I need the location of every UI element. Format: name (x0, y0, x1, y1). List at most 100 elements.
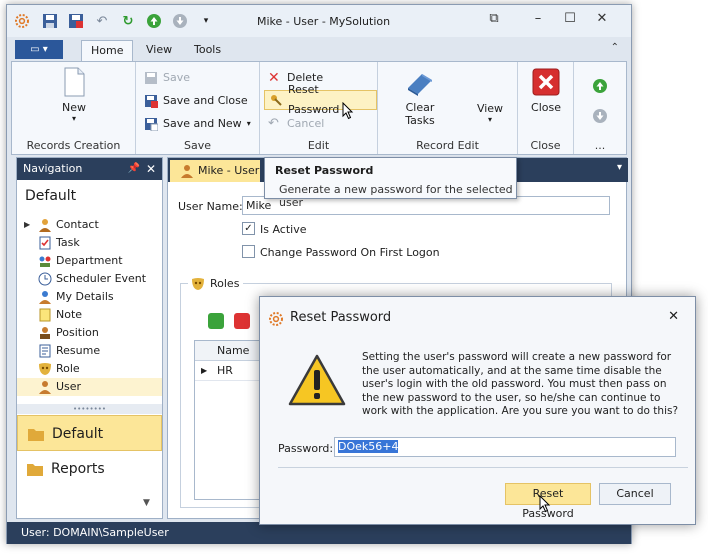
mouse-cursor-icon (342, 102, 354, 120)
document-tab-label: Mike - User (198, 164, 260, 177)
nav-item-contact[interactable]: ▶ Contact (17, 216, 162, 234)
save-new-icon (144, 117, 159, 132)
password-label: Password: (278, 442, 334, 455)
tab-view[interactable]: View (137, 40, 181, 61)
navigation-header: Navigation 📌 ✕ (17, 158, 162, 180)
nav-item-role[interactable]: Role (17, 360, 162, 378)
ribbon-display-icon[interactable]: ⧉ (483, 11, 505, 29)
nav-overflow-icon[interactable]: ▼ (143, 498, 150, 508)
save-and-new-label: Save and New (163, 117, 242, 130)
close-panel-icon[interactable]: ✕ (146, 158, 156, 180)
reset-password-icon (269, 93, 283, 107)
nav-item-my-details[interactable]: My Details (17, 288, 162, 306)
save-and-close-button[interactable]: Save and Close (140, 91, 252, 111)
nav-item-position[interactable]: Position (17, 324, 162, 342)
group-label: Close (530, 139, 561, 152)
nav-item-resume[interactable]: Resume (17, 342, 162, 360)
change-password-checkbox[interactable] (242, 245, 255, 258)
title-bar: ↶ ↻ ▾ Mike - User - MySolution ⧉ – ☐ ✕ (7, 5, 631, 37)
reset-password-dialog: Reset Password ✕ Setting the user's pass… (259, 296, 696, 525)
view-dropdown-icon: ▾ (487, 115, 492, 124)
table-cell: HR (217, 364, 233, 377)
document-tab[interactable]: Mike - User (170, 160, 260, 182)
nav-item-task[interactable]: Task (17, 234, 162, 252)
group-edit: ✕ Delete Reset Password ↶ Cancel Edit (260, 62, 378, 154)
save-close-icon[interactable] (67, 12, 85, 30)
role-mask-icon (192, 278, 204, 290)
group-label: Record Edit (416, 139, 479, 152)
delete-icon: ✕ (268, 70, 280, 86)
reset-password-button[interactable]: Reset Password (264, 83, 377, 116)
view-button[interactable]: View ▾ (470, 102, 510, 124)
user-icon (38, 380, 52, 394)
save-and-close-label: Save and Close (163, 94, 248, 107)
group-label: Edit (307, 139, 330, 152)
save-button[interactable]: Save (140, 68, 194, 88)
group-label: ... (594, 139, 606, 152)
collapse-ribbon-icon[interactable]: ⌃ (611, 42, 619, 53)
refresh-icon[interactable]: ↻ (119, 12, 137, 30)
previous-record-icon[interactable] (592, 78, 608, 97)
dialog-cancel-button[interactable]: Cancel (599, 483, 671, 505)
dialog-close-button[interactable]: ✕ (668, 309, 679, 324)
close-button[interactable]: Close (526, 66, 566, 114)
task-icon (38, 236, 52, 250)
app-gear-icon (13, 12, 31, 30)
contact-icon (38, 218, 52, 232)
navigation-title: Navigation (23, 162, 83, 175)
nav-item-label: Position (56, 326, 99, 339)
nav-item-user[interactable]: User (17, 378, 162, 396)
next-icon[interactable] (171, 12, 189, 30)
cancel-button[interactable]: ↶ Cancel (264, 114, 328, 134)
undo-icon[interactable]: ↶ (93, 12, 111, 30)
row-indicator-icon: ▶ (201, 366, 208, 375)
new-dropdown-icon: ▾ (71, 114, 76, 123)
nav-group-label: Reports (51, 461, 105, 477)
close-window-button[interactable]: ✕ (591, 11, 613, 29)
department-icon (38, 254, 52, 268)
scheduler-icon (38, 272, 52, 286)
nav-item-department[interactable]: Department (17, 252, 162, 270)
save-new-dropdown-icon: ▾ (246, 119, 251, 128)
tab-tools[interactable]: Tools (185, 40, 230, 61)
tab-home[interactable]: Home (81, 40, 134, 61)
save-and-new-button[interactable]: Save and New ▾ (140, 114, 255, 134)
is-active-checkbox[interactable]: ✓ (242, 222, 255, 235)
eraser-icon (404, 66, 436, 98)
clear-tasks-button[interactable]: Clear Tasks (398, 66, 442, 127)
nav-item-note[interactable]: Note (17, 306, 162, 324)
expand-arrow-icon[interactable]: ▶ (24, 216, 30, 234)
view-label: View (476, 102, 504, 115)
customize-qat-icon[interactable]: ▾ (197, 12, 215, 30)
next-record-icon[interactable] (592, 108, 608, 127)
nav-group-reports[interactable]: Reports (17, 451, 162, 487)
cancel-icon: ↶ (268, 116, 279, 131)
folder-icon (27, 464, 43, 476)
ribbon-tabs: ▭ ▾ Home View Tools ⌃ (7, 37, 631, 61)
tab-list-dropdown-icon[interactable]: ▾ (617, 162, 622, 173)
unlink-remove-icon[interactable] (234, 313, 250, 329)
new-label: New (62, 101, 86, 114)
maximize-button[interactable]: ☐ (559, 11, 581, 29)
password-input[interactable]: DOek56+4 (334, 437, 676, 457)
link-add-icon[interactable] (208, 313, 224, 329)
minimize-button[interactable]: – (527, 11, 549, 29)
role-icon (38, 362, 52, 376)
dialog-separator (278, 467, 688, 468)
application-menu-button[interactable]: ▭ ▾ (15, 40, 63, 59)
previous-icon[interactable] (145, 12, 163, 30)
nav-item-label: Scheduler Event (56, 272, 147, 285)
reset-password-tooltip: Reset Password Generate a new password f… (264, 157, 517, 209)
nav-item-label: Department (56, 254, 123, 267)
dialog-message: Setting the user's password will create … (362, 351, 679, 418)
nav-item-scheduler-event[interactable]: Scheduler Event (17, 270, 162, 288)
nav-group-default[interactable]: Default (17, 415, 162, 451)
nav-splitter[interactable]: •••••••• (17, 404, 162, 414)
pin-icon[interactable]: 📌 (128, 158, 140, 180)
nav-item-list: ▶ Contact Task Department Scheduler Event My … (17, 216, 162, 396)
save-icon[interactable] (41, 12, 59, 30)
mouse-cursor-icon (539, 495, 551, 513)
new-button[interactable]: New ▾ (50, 66, 98, 123)
user-name-label: User Name: (178, 200, 243, 213)
nav-item-label: Note (56, 308, 83, 321)
